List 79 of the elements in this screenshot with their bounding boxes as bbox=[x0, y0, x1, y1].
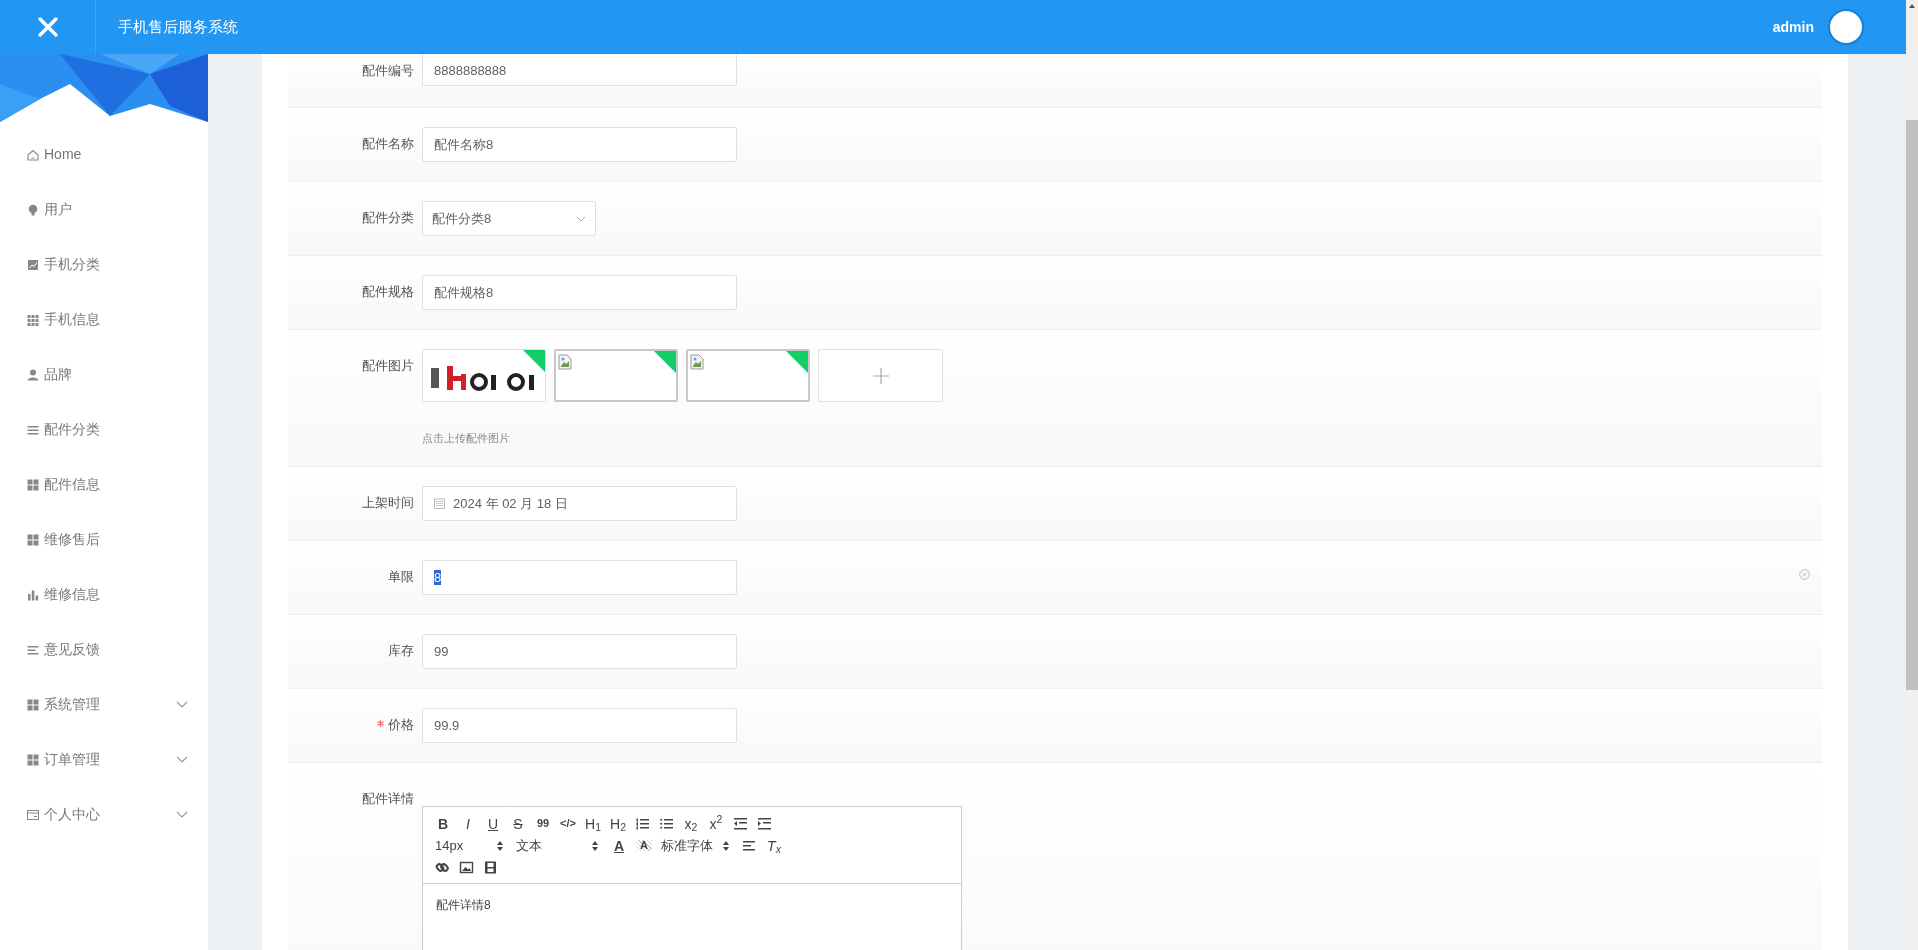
toolbar-button[interactable]: 99 bbox=[535, 818, 551, 829]
grid-icon bbox=[26, 312, 40, 327]
sidebar-item[interactable]: Home bbox=[0, 127, 208, 182]
editor-content[interactable]: 配件详情8 bbox=[423, 883, 961, 950]
sidebar-item[interactable]: 维修信息 bbox=[0, 567, 208, 622]
input-field[interactable]: 配件规格8 bbox=[422, 275, 737, 310]
toolbar-button[interactable]: A bbox=[611, 838, 627, 853]
field-label: 配件分类 bbox=[362, 210, 414, 225]
input-field[interactable]: 8888888888 bbox=[422, 54, 737, 86]
updown-arrow-icon bbox=[723, 840, 729, 851]
plus-icon bbox=[872, 367, 889, 384]
video-icon[interactable] bbox=[483, 860, 498, 875]
toolbar-button[interactable]: A bbox=[636, 840, 652, 851]
sidebar-item[interactable]: 品牌 bbox=[0, 347, 208, 402]
toolbar-button[interactable]: T$_{x}$ bbox=[766, 838, 782, 853]
ordered-list-icon[interactable] bbox=[635, 816, 650, 831]
toolbar-button[interactable]: x$_{2}$ bbox=[683, 816, 699, 831]
field-label: 配件名称 bbox=[362, 136, 414, 151]
app-title: 手机售后服务系统 bbox=[117, 16, 238, 37]
field-label: 库存 bbox=[388, 642, 414, 658]
field-label: 单限 bbox=[388, 568, 414, 584]
toolbar-dropdown[interactable]: 14px bbox=[435, 835, 507, 856]
user-avatar[interactable] bbox=[1828, 9, 1864, 45]
card-icon bbox=[26, 807, 40, 822]
toolbar-button[interactable]: B bbox=[435, 816, 451, 831]
sidebar-item[interactable]: 个人中心 bbox=[0, 787, 208, 842]
bulb-icon bbox=[26, 202, 40, 217]
sidebar-item[interactable]: 配件分类 bbox=[0, 402, 208, 457]
home-icon bbox=[26, 147, 40, 162]
close-icon[interactable] bbox=[36, 16, 59, 38]
field-label: 上架时间 bbox=[362, 494, 414, 510]
field-label: 配件详情 bbox=[362, 790, 414, 806]
person-icon bbox=[26, 367, 40, 382]
toolbar-dropdown[interactable]: 文本 bbox=[516, 835, 602, 856]
field-label: 配件规格 bbox=[362, 284, 414, 299]
align-left-icon[interactable] bbox=[742, 838, 757, 853]
chart-icon bbox=[26, 257, 40, 272]
sidebar-item[interactable]: 订单管理 bbox=[0, 732, 208, 787]
sidebar-item[interactable]: 手机信息 bbox=[0, 292, 208, 347]
updown-arrow-icon bbox=[592, 840, 598, 851]
toolbar-dropdown[interactable]: 标准字体 bbox=[661, 835, 733, 856]
broken-image-icon bbox=[558, 353, 572, 370]
sidebar-item[interactable]: 配件信息 bbox=[0, 457, 208, 512]
toolbar-button[interactable]: H$_{2}$ bbox=[610, 816, 626, 831]
sidebar-item[interactable]: 系统管理 bbox=[0, 677, 208, 732]
tiles-icon bbox=[26, 697, 40, 712]
field-label: 配件图片 bbox=[362, 358, 414, 373]
sidebar-item[interactable]: 用户 bbox=[0, 182, 208, 237]
date-field[interactable]: 2024 年 02 月 18 日 bbox=[422, 485, 737, 521]
select-field[interactable]: 配件分类8 bbox=[422, 201, 596, 236]
link-icon[interactable] bbox=[435, 860, 450, 875]
toolbar-button[interactable]: x$^{2}$ bbox=[708, 816, 724, 831]
toolbar-button[interactable]: I bbox=[460, 816, 476, 831]
toolbar-button[interactable]: S bbox=[510, 816, 526, 831]
toolbar-button[interactable]: U bbox=[485, 816, 501, 831]
field-label: 价格 bbox=[388, 716, 414, 732]
input-field[interactable]: 99 bbox=[422, 633, 737, 669]
calendar-icon bbox=[434, 497, 445, 509]
indent-icon[interactable] bbox=[757, 816, 772, 831]
input-field[interactable]: 8 bbox=[422, 559, 737, 595]
sidebar-item[interactable]: 维修售后 bbox=[0, 512, 208, 567]
toolbar-button[interactable]: </> bbox=[560, 818, 576, 829]
updown-arrow-icon bbox=[497, 840, 503, 851]
image-icon[interactable] bbox=[459, 860, 474, 875]
scrollbar-thumb[interactable] bbox=[1906, 120, 1918, 690]
chevron-down-icon bbox=[576, 215, 586, 222]
toolbar-button[interactable]: H$_{1}$ bbox=[585, 816, 601, 831]
tiles-icon bbox=[26, 532, 40, 547]
sidebar-item[interactable]: 手机分类 bbox=[0, 237, 208, 292]
input-field[interactable]: 99.9 bbox=[422, 707, 737, 743]
sidebar-item[interactable]: 意见反馈 bbox=[0, 622, 208, 677]
broken-image-icon bbox=[690, 353, 704, 370]
input-field[interactable]: 配件名称8 bbox=[422, 127, 737, 162]
tiles-icon bbox=[26, 477, 40, 492]
bullet-list-icon[interactable] bbox=[659, 816, 674, 831]
upload-hint: 点击上传配件图片 bbox=[422, 431, 511, 446]
tiles-icon bbox=[26, 752, 40, 767]
outdent-icon[interactable] bbox=[733, 816, 748, 831]
field-label: 配件编号 bbox=[362, 63, 414, 78]
